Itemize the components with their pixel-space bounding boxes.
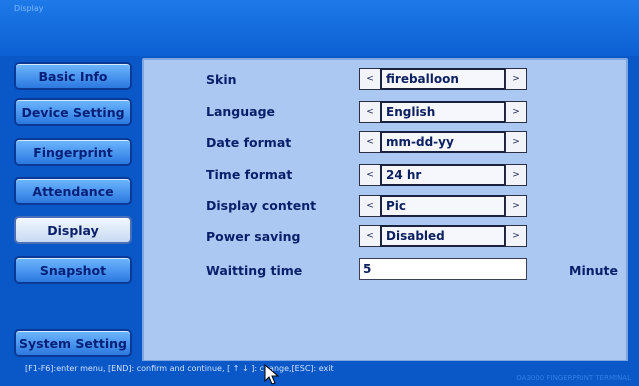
- time-format-label: Time format: [206, 167, 293, 182]
- language-prev-button[interactable]: <: [359, 101, 381, 123]
- nav-basic-info-button[interactable]: Basic Info: [14, 62, 132, 90]
- mouse-cursor-icon: [264, 364, 280, 385]
- title-bar: Display: [0, 0, 639, 56]
- power-saving-value: Disabled: [380, 225, 506, 247]
- nav-display-button[interactable]: Display: [14, 216, 132, 244]
- display-content-selector[interactable]: < Pic >: [359, 195, 527, 217]
- time-format-selector[interactable]: < 24 hr >: [359, 164, 527, 186]
- skin-value: fireballoon: [380, 68, 506, 90]
- nav-device-setting-button[interactable]: Device Setting: [14, 98, 132, 126]
- time-format-value: 24 hr: [380, 164, 506, 186]
- status-bar: [F1-F6]:enter menu, [END]: confirm and c…: [0, 361, 639, 386]
- waiting-time-input[interactable]: 5: [359, 258, 527, 280]
- language-selector[interactable]: < English >: [359, 101, 527, 123]
- power-saving-label: Power saving: [206, 229, 301, 244]
- waiting-time-unit: Minute: [569, 263, 618, 278]
- nav-fingerprint-button[interactable]: Fingerprint: [14, 138, 132, 166]
- time-format-prev-button[interactable]: <: [359, 164, 381, 186]
- display-content-next-button[interactable]: >: [505, 195, 527, 217]
- display-content-prev-button[interactable]: <: [359, 195, 381, 217]
- language-value: English: [380, 101, 506, 123]
- time-format-next-button[interactable]: >: [505, 164, 527, 186]
- skin-label: Skin: [206, 72, 237, 87]
- power-saving-next-button[interactable]: >: [505, 225, 527, 247]
- display-content-value: Pic: [380, 195, 506, 217]
- brand-text: OA3000 FINGERPRINT TERMINAL: [516, 374, 631, 382]
- skin-prev-button[interactable]: <: [359, 68, 381, 90]
- nav-snapshot-button[interactable]: Snapshot: [14, 256, 132, 284]
- power-saving-selector[interactable]: < Disabled >: [359, 225, 527, 247]
- date-format-label: Date format: [206, 135, 292, 150]
- window-title: Display: [14, 4, 44, 13]
- date-format-prev-button[interactable]: <: [359, 131, 381, 153]
- waiting-time-label: Waitting time: [206, 263, 303, 278]
- date-format-next-button[interactable]: >: [505, 131, 527, 153]
- language-next-button[interactable]: >: [505, 101, 527, 123]
- nav-attendance-button[interactable]: Attendance: [14, 177, 132, 205]
- display-content-label: Display content: [206, 198, 317, 213]
- sidebar: Basic Info Device Setting Fingerprint At…: [0, 56, 140, 368]
- date-format-selector[interactable]: < mm-dd-yy >: [359, 131, 527, 153]
- power-saving-prev-button[interactable]: <: [359, 225, 381, 247]
- language-label: Language: [206, 104, 276, 119]
- skin-next-button[interactable]: >: [505, 68, 527, 90]
- date-format-value: mm-dd-yy: [380, 131, 506, 153]
- skin-selector[interactable]: < fireballoon >: [359, 68, 527, 90]
- nav-system-setting-button[interactable]: System Setting: [14, 329, 132, 357]
- key-hint-text: [F1-F6]:enter menu, [END]: confirm and c…: [25, 364, 334, 373]
